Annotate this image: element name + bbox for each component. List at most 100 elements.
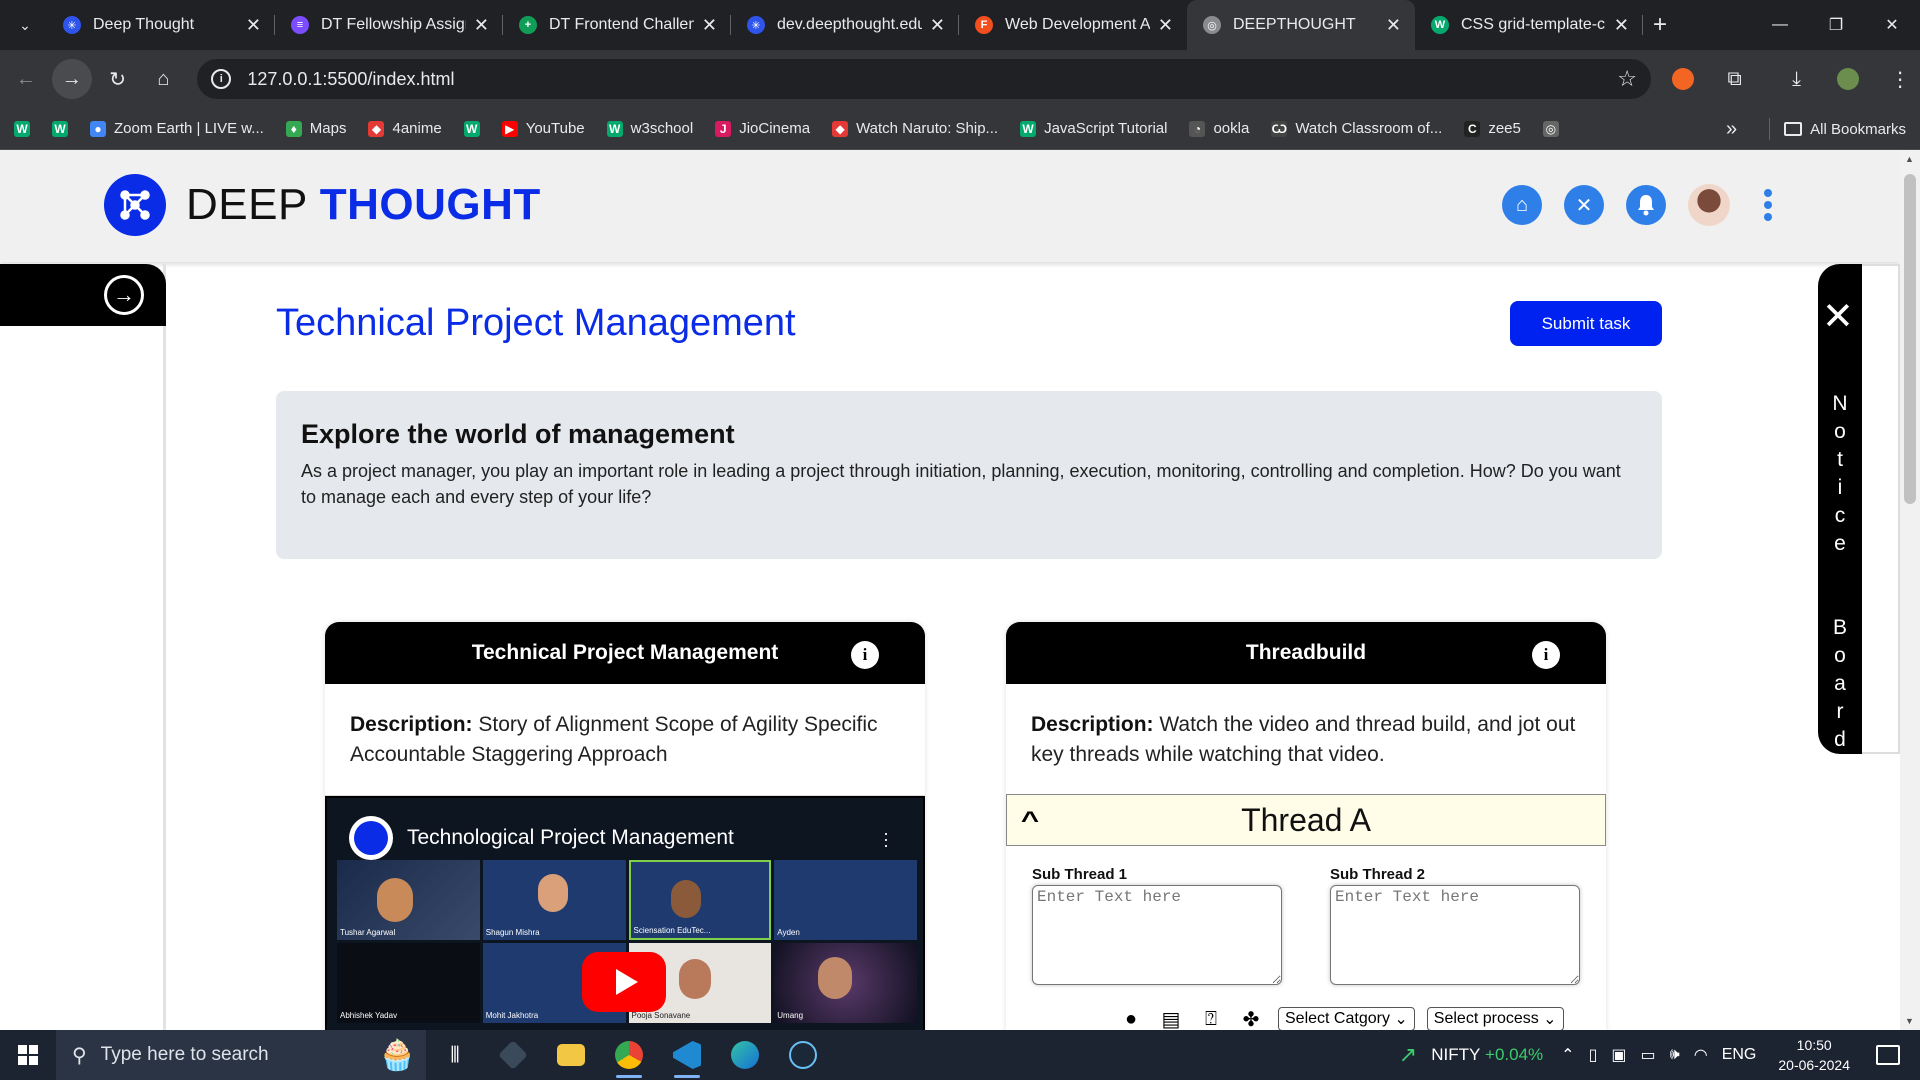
message-icon[interactable]: ▤ [1158, 1006, 1184, 1031]
submit-task-button[interactable]: Submit task [1510, 301, 1662, 346]
info-icon[interactable]: i [851, 641, 879, 669]
video-more-icon[interactable]: · · · [883, 824, 889, 854]
bookmark-item[interactable]: ▶ YouTube [501, 120, 585, 137]
close-tab-icon[interactable]: ✕ [702, 15, 717, 36]
browser-tab[interactable]: W CSS grid-template-c ✕ [1415, 0, 1643, 50]
chevron-up-icon[interactable]: ⌃ [1561, 1045, 1574, 1065]
device-icon[interactable]: ▯ [1589, 1045, 1598, 1065]
chrome-icon[interactable] [600, 1030, 658, 1080]
browser-tab[interactable]: ◎ DEEPTHOUGHT ✕ [1187, 0, 1415, 50]
arrow-right-circle-icon[interactable]: → [104, 275, 144, 315]
restore-button[interactable]: ❐ [1808, 0, 1864, 50]
notice-board[interactable]: ✕ NoticeBoard [1818, 264, 1862, 754]
sub-thread-1-input[interactable] [1032, 885, 1282, 985]
close-tab-icon[interactable]: ✕ [246, 15, 261, 36]
all-bookmarks-link[interactable]: All Bookmarks [1810, 121, 1906, 138]
bookmark-item[interactable]: Ww3school [606, 120, 693, 137]
browser-menu-icon[interactable]: ⋮ [1880, 59, 1920, 99]
extension-icon[interactable] [1663, 59, 1703, 99]
home-icon[interactable]: ⌂ [1502, 185, 1542, 225]
user-avatar[interactable] [1688, 184, 1730, 226]
bookmark-item[interactable]: ● Zoom Earth | LIVE w... [90, 120, 264, 137]
sub-thread-2-input[interactable] [1330, 885, 1580, 985]
thread-accordion[interactable]: ^ Thread A [1006, 794, 1606, 846]
bookmark-item[interactable]: W [463, 120, 488, 137]
bookmark-item[interactable]: W JavaScript Tutorial [1020, 120, 1167, 137]
nifty-widget[interactable]: NIFTY +0.04% [1431, 1045, 1543, 1065]
question-icon[interactable]: ⍰ [1198, 1006, 1224, 1030]
youtube-play-button[interactable] [582, 952, 666, 1012]
site-info-icon[interactable]: i [211, 69, 232, 89]
minimize-button[interactable]: — [1752, 0, 1808, 50]
channel-logo-icon[interactable] [349, 816, 393, 860]
download-icon[interactable]: ⤓ [1777, 59, 1817, 99]
extensions-puzzle-icon[interactable]: ⧉ [1715, 59, 1755, 99]
page-scrollbar[interactable]: ▲ ▼ [1900, 150, 1920, 1030]
video-title[interactable]: Technological Project Management [407, 826, 734, 850]
close-tab-icon[interactable]: ✕ [1386, 15, 1401, 36]
bookmark-item[interactable]: J JioCinema [715, 120, 810, 137]
steam-icon[interactable] [774, 1030, 832, 1080]
back-button[interactable]: ← [6, 59, 46, 99]
bookmark-item[interactable]: ◆ Watch Naruto: Ship... [832, 120, 998, 137]
language-indicator[interactable]: ENG [1722, 1046, 1757, 1064]
volume-icon[interactable]: 🕪 [1670, 1046, 1680, 1064]
start-button[interactable] [0, 1030, 56, 1080]
scroll-up-icon[interactable]: ▲ [1905, 154, 1914, 164]
profile-avatar[interactable] [1828, 59, 1868, 99]
tools-icon[interactable]: ✕ [1564, 185, 1604, 225]
close-window-button[interactable]: ✕ [1864, 0, 1920, 50]
process-select[interactable]: Select process ⌄ [1426, 1007, 1564, 1030]
notification-icon[interactable] [1876, 1045, 1900, 1065]
browser-tab[interactable]: ✳ dev.deepthought.edu ✕ [731, 0, 959, 50]
tab-search-button[interactable]: ⌄ [7, 7, 43, 43]
task-view-icon[interactable]: ⫴ [426, 1030, 484, 1080]
info-icon[interactable]: i [1532, 641, 1560, 669]
deepthought-logo-icon[interactable] [104, 174, 166, 236]
file-explorer-icon[interactable] [542, 1030, 600, 1080]
chevron-up-icon[interactable]: ^ [1021, 807, 1039, 835]
bookmark-item[interactable]: ♦ Maps [285, 120, 346, 137]
bookmark-item[interactable]: W [14, 120, 38, 137]
bulb-icon[interactable]: ● [1118, 1006, 1144, 1030]
bookmark-item[interactable]: ◔ ookla [1189, 120, 1249, 137]
scroll-thumb[interactable] [1904, 174, 1916, 504]
new-tab-button[interactable]: + [1653, 11, 1667, 39]
wifi-icon[interactable]: ◠ [1694, 1045, 1708, 1065]
scroll-down-icon[interactable]: ▼ [1905, 1016, 1914, 1026]
clock[interactable]: 10:50 20-06-2024 [1778, 1035, 1850, 1075]
home-button[interactable]: ⌂ [143, 59, 183, 99]
lotus-icon[interactable]: ✤ [1238, 1006, 1264, 1031]
category-select[interactable]: Select Catgory ⌄ [1278, 1007, 1415, 1030]
close-tab-icon[interactable]: ✕ [474, 15, 489, 36]
bookmark-item[interactable]: ◎ [1542, 120, 1567, 137]
bookmark-item[interactable]: W [52, 120, 76, 137]
reload-button[interactable]: ↻ [98, 59, 138, 99]
more-menu-icon[interactable] [1762, 187, 1774, 223]
sidebar-toggle[interactable]: → [0, 264, 166, 326]
bookmark-star-icon[interactable]: ☆ [1617, 66, 1637, 92]
video-player[interactable]: Tushar Agarwal Shagun Mishra Sciensation… [325, 796, 925, 1030]
edge-icon[interactable] [716, 1030, 774, 1080]
bookmark-item[interactable]: Ѡ Watch Classroom of... [1271, 120, 1442, 137]
browser-tab[interactable]: + DT Frontend Challeng ✕ [503, 0, 731, 50]
browser-tab[interactable]: F Web Development A ✕ [959, 0, 1187, 50]
address-bar[interactable]: i 127.0.0.1:5500/index.html ☆ [197, 59, 1651, 99]
close-tab-icon[interactable]: ✕ [1158, 15, 1173, 36]
app-icon[interactable] [484, 1030, 542, 1080]
more-bookmarks-icon[interactable]: » [1726, 118, 1737, 141]
browser-tab[interactable]: ✳ Deep Thought ✕ [47, 0, 275, 50]
close-icon[interactable]: ✕ [1822, 298, 1854, 336]
close-tab-icon[interactable]: ✕ [930, 15, 945, 36]
battery-icon[interactable]: ▭ [1641, 1045, 1656, 1065]
browser-tab[interactable]: ≡ DT Fellowship Assign ✕ [275, 0, 503, 50]
meet-icon[interactable]: ▣ [1611, 1045, 1626, 1065]
bell-icon[interactable] [1626, 185, 1666, 225]
taskbar-search[interactable]: ⚲ Type here to search 🧁 [56, 1030, 426, 1080]
bookmark-item[interactable]: ◆ 4anime [368, 120, 442, 137]
vscode-icon[interactable] [658, 1030, 716, 1080]
close-tab-icon[interactable]: ✕ [1614, 15, 1629, 36]
bookmark-item[interactable]: Czee5 [1464, 120, 1521, 137]
process-select-value: Select process [1433, 1010, 1539, 1027]
forward-button[interactable]: → [51, 59, 92, 99]
